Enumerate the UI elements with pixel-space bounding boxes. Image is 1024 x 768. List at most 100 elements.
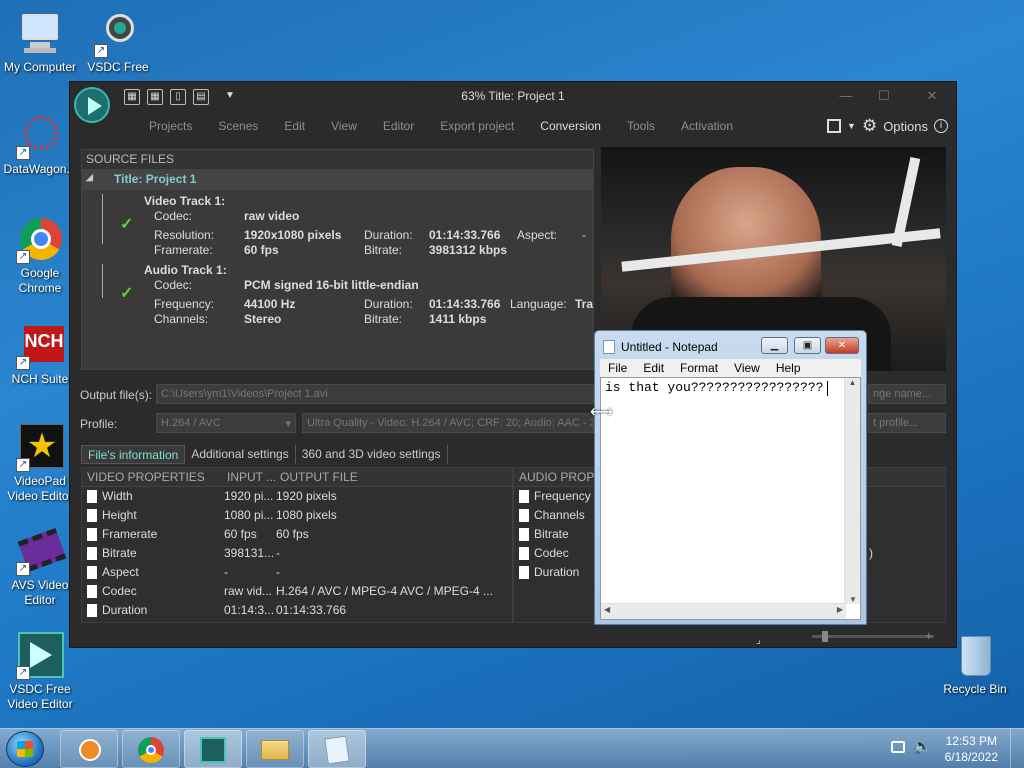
checkmark-icon[interactable]: ✓ [120, 214, 133, 234]
scroll-right-icon[interactable]: ▶ [837, 605, 843, 614]
zoom-slider-thumb[interactable] [822, 631, 828, 642]
desktop-icon-label: Google Chrome [18, 266, 62, 295]
scroll-up-icon[interactable]: ▲ [845, 378, 860, 387]
notepad-close-button[interactable]: ✕ [825, 337, 859, 354]
desktop-icon-my-computer[interactable]: My Computer [0, 10, 80, 75]
source-files-header: SOURCE FILES [82, 150, 593, 170]
table-row[interactable]: Aspect - - [82, 563, 512, 582]
table-row[interactable]: Framerate 60 fps 60 fps [82, 525, 512, 544]
recycle-bin-icon [951, 632, 999, 680]
desktop-icon-google-chrome[interactable]: ↗ Google Chrome [0, 216, 80, 296]
menu-tools[interactable]: Tools [614, 119, 668, 133]
maximize-button[interactable]: ☐ [870, 88, 898, 106]
notepad-menu-format[interactable]: Format [672, 359, 726, 377]
table-row[interactable]: Codec raw vid... H.264 / AVC / MPEG-4 AV… [82, 582, 512, 601]
layout-icon[interactable] [827, 119, 842, 133]
taskbar-chrome[interactable] [122, 730, 180, 768]
menu-conversion[interactable]: Conversion [527, 119, 614, 133]
desktop-icon-label: VSDC Free Video C... [87, 60, 149, 74]
project-node[interactable]: ◢ Title: Project 1 [82, 170, 593, 190]
project-title: Title: Project 1 [114, 172, 197, 186]
row-property: Duration [534, 565, 580, 579]
notepad-text-area[interactable]: is that you????????????????? ▲ ▼ ◀ ▶ [600, 377, 861, 620]
menu-view[interactable]: View [318, 119, 370, 133]
table-row[interactable]: Duration 01:14:3... 01:14:33.766 [82, 601, 512, 620]
notepad-menu-edit[interactable]: Edit [635, 359, 672, 377]
notepad-window: Untitled - Notepad ▁ ▣ ✕ File Edit Forma… [594, 330, 867, 625]
close-button[interactable]: ✕ [918, 88, 946, 106]
change-name-button[interactable]: nge name... [868, 384, 946, 404]
col-input[interactable]: INPUT ... [227, 470, 276, 484]
profile-select[interactable]: H.264 / AVC ▾ [156, 413, 296, 433]
video-properties-header: VIDEO PROPERTIES INPUT ... OUTPUT FILE [82, 468, 512, 487]
bitrate-label: Bitrate: [364, 312, 403, 326]
zoom-in-icon[interactable]: + [925, 628, 933, 643]
aspect-value: - [582, 228, 586, 242]
menu-scenes[interactable]: Scenes [205, 119, 271, 133]
info-icon[interactable]: i [934, 119, 948, 133]
network-icon[interactable] [891, 741, 905, 753]
menu-activation[interactable]: Activation [668, 119, 746, 133]
edit-profile-button[interactable]: t profile... [868, 413, 946, 433]
volume-icon[interactable]: 🔈 [913, 737, 932, 755]
horizontal-scrollbar[interactable]: ◀ ▶ [601, 603, 846, 619]
audio-track-title: Audio Track 1: [144, 263, 227, 277]
desktop-icon-videopad[interactable]: ★ ↗ VideoPad Video Editor [0, 424, 80, 504]
system-clock[interactable]: 12:53 PM 6/18/2022 [945, 733, 998, 765]
notepad-minimize-button[interactable]: ▁ [761, 337, 788, 354]
menu-edit[interactable]: Edit [271, 119, 318, 133]
tab-files-information[interactable]: File's information [81, 445, 186, 464]
scroll-down-icon[interactable]: ▼ [845, 595, 861, 604]
menu-export-project[interactable]: Export project [427, 119, 527, 133]
row-input: 01:14:3... [224, 603, 275, 617]
gear-icon[interactable]: ⚙ [862, 116, 877, 136]
table-row[interactable]: Width 1920 pi... 1920 pixels [82, 487, 512, 506]
vertical-scrollbar[interactable]: ▲ ▼ [844, 378, 860, 604]
scroll-left-icon[interactable]: ◀ [604, 605, 610, 614]
quality-select[interactable]: Ultra Quality - Video: H.264 / AVC; CRF:… [302, 413, 594, 433]
document-icon [87, 528, 97, 541]
taskbar-videopad[interactable] [60, 730, 118, 768]
show-desktop-button[interactable] [1010, 729, 1024, 768]
taskbar-notepad[interactable] [308, 730, 366, 768]
desktop-icon-datawagon[interactable]: ↗ DataWagon... [0, 112, 80, 177]
desktop-icon-label: DataWagon... [3, 162, 77, 176]
checkmark-icon[interactable]: ✓ [120, 283, 133, 303]
collapse-arrow-icon[interactable]: ◢ [86, 172, 93, 183]
vsdc-logo-icon [200, 737, 226, 763]
notepad-restore-button[interactable]: ▣ [794, 337, 821, 354]
nch-icon: NCH ↗ [16, 322, 64, 370]
desktop-icon-avs-video-editor[interactable]: ↗ AVS Video Editor [0, 528, 80, 608]
table-row[interactable]: Bitrate 398131... - [82, 544, 512, 563]
taskbar-vsdc[interactable] [184, 730, 242, 768]
desktop-icon-nch-suite[interactable]: NCH ↗ NCH Suite [0, 322, 80, 387]
notepad-menu-file[interactable]: File [600, 359, 635, 377]
options-button[interactable]: Options [883, 119, 928, 134]
tab-additional-settings[interactable]: Additional settings [185, 445, 296, 464]
menu-editor[interactable]: Editor [370, 119, 427, 133]
taskbar-explorer[interactable] [246, 730, 304, 768]
desktop-icon-vsdc-converter[interactable]: ↗ VSDC Free Video C... [78, 10, 158, 75]
tab-360-3d-settings[interactable]: 360 and 3D video settings [296, 445, 448, 464]
minimize-button[interactable]: — [832, 88, 860, 106]
menu-projects[interactable]: Projects [136, 119, 205, 133]
resize-grip-icon[interactable]: ⌟ [756, 635, 761, 646]
output-path-field[interactable]: C:\Users\ym1\Videos\Project 1.avi [156, 384, 594, 404]
framerate-value: 60 fps [244, 243, 279, 257]
table-row[interactable]: Height 1080 pi... 1080 pixels [82, 506, 512, 525]
col-video-properties[interactable]: VIDEO PROPERTIES [87, 470, 205, 484]
start-button[interactable] [6, 731, 44, 767]
desktop-icon-vsdc-editor[interactable]: ↗ VSDC Free Video Editor [0, 632, 80, 712]
notepad-menu-view[interactable]: View [726, 359, 768, 377]
taskbar: 🔈 12:53 PM 6/18/2022 [0, 728, 1024, 768]
col-audio-properties[interactable]: AUDIO PROPE [519, 470, 602, 484]
zoom-slider[interactable] [812, 631, 934, 642]
chevron-down-icon[interactable]: ▼ [847, 121, 856, 131]
col-output-file[interactable]: OUTPUT FILE [280, 470, 358, 484]
video-codec-value: raw video [244, 209, 300, 223]
notepad-menu-help[interactable]: Help [768, 359, 809, 377]
document-icon [519, 547, 529, 560]
video-properties-grid: VIDEO PROPERTIES INPUT ... OUTPUT FILE W… [81, 467, 513, 623]
row-property: Framerate [102, 527, 158, 541]
folder-icon [261, 740, 289, 760]
